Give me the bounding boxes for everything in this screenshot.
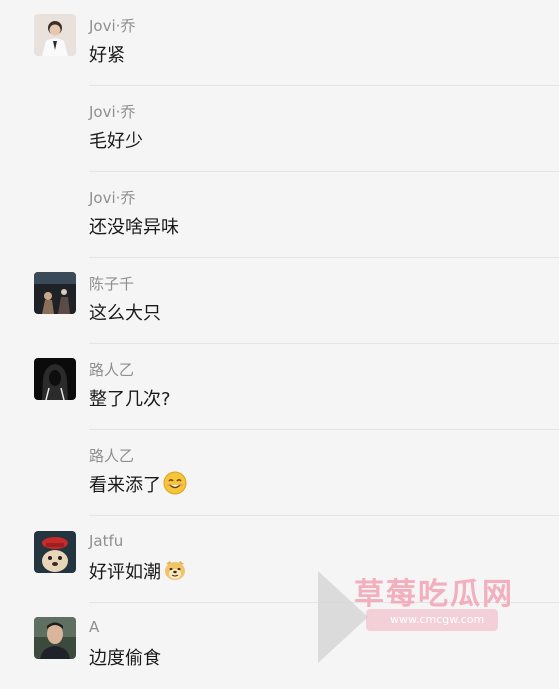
avatar[interactable] [34, 272, 76, 314]
watermark-logo-text: 草莓吃瓜网 [354, 577, 514, 612]
doge-emoji [163, 558, 187, 587]
avatar[interactable] [34, 617, 76, 659]
comment-author[interactable]: 路人乙 [89, 359, 134, 380]
avatar[interactable] [34, 358, 76, 400]
comment-text: 还没啥异味 [89, 217, 179, 238]
comment-text: 看来添了 [89, 471, 187, 500]
avatar[interactable] [34, 531, 76, 573]
comment-author[interactable]: Jovi·乔 [89, 101, 135, 122]
comment-item: Jovi·乔 还没啥异味 [0, 172, 559, 258]
comment-text: 这么大只 [89, 303, 161, 324]
comment-item: 陈子千 这么大只 [0, 258, 559, 344]
comment-text: 好紧 [89, 45, 125, 66]
comment-author[interactable]: 路人乙 [89, 445, 134, 466]
watermark: 草莓吃瓜网 www.cmcgw.com [316, 565, 559, 671]
comment-author[interactable]: A [89, 618, 99, 636]
comment-item: 路人乙 整了几次? [0, 344, 559, 430]
divider [89, 515, 559, 516]
comment-text: 毛好少 [89, 131, 143, 152]
comment-author[interactable]: Jovi·乔 [89, 187, 135, 208]
comment-text-content: 好评如潮 [89, 562, 161, 583]
comment-item: Jovi·乔 好紧 [0, 0, 559, 86]
comment-author[interactable]: Jovi·乔 [89, 15, 135, 36]
comment-author[interactable]: Jatfu [89, 532, 123, 550]
comment-item: 路人乙 看来添了 [0, 430, 559, 516]
comment-text: 整了几次? [89, 389, 171, 410]
comment-author[interactable]: 陈子千 [89, 273, 134, 294]
watermark-url-text: www.cmcgw.com [390, 613, 485, 626]
smiling-face-emoji [163, 471, 187, 500]
avatar[interactable] [34, 14, 76, 56]
comment-text: 好评如潮 [89, 558, 187, 587]
comment-item: Jovi·乔 毛好少 [0, 86, 559, 172]
comment-text-content: 看来添了 [89, 475, 161, 496]
comment-text: 边度偷食 [89, 648, 161, 669]
